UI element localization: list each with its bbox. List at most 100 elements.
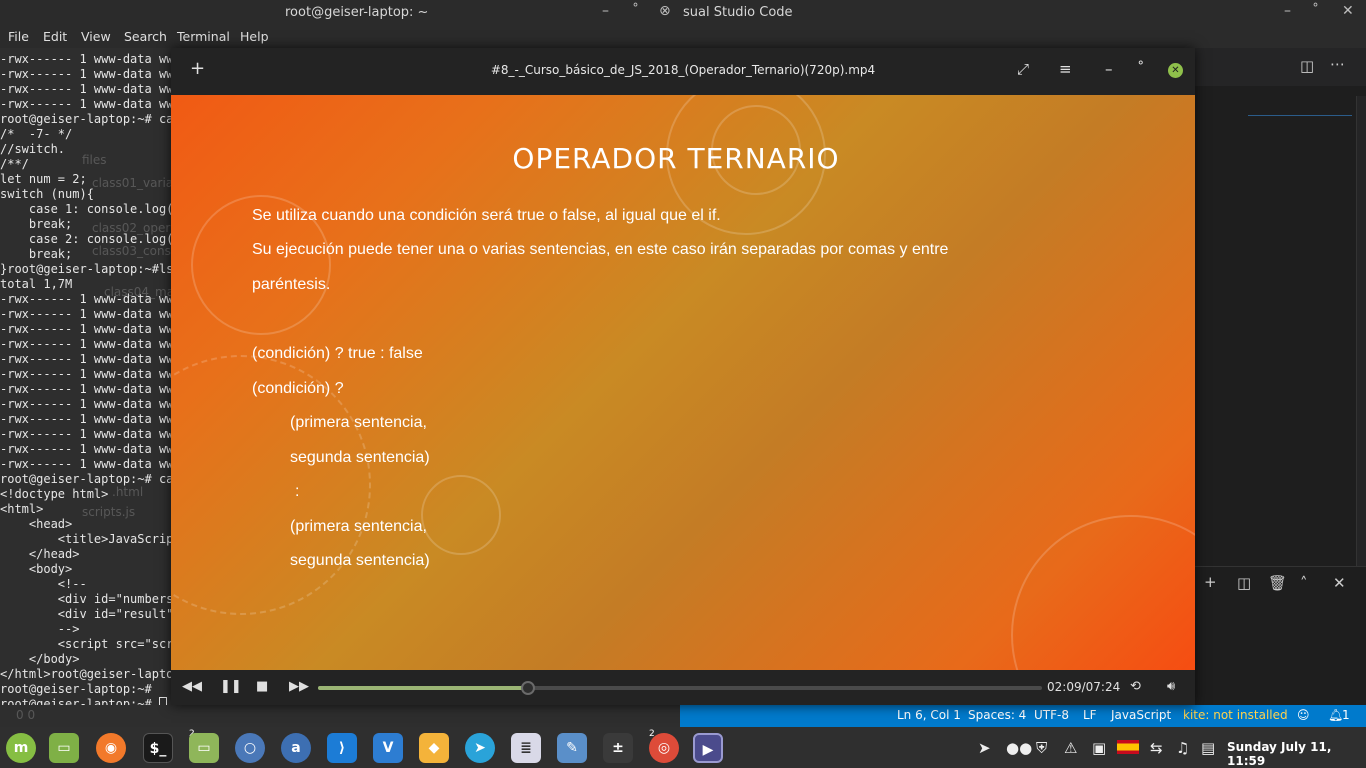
decorative-circle	[421, 475, 501, 555]
slide-line-9: (primera sentencia,	[290, 518, 427, 535]
volume-icon[interactable]: 🔊︎	[1167, 679, 1175, 694]
playback-time: 02:09/07:24	[1047, 680, 1121, 694]
fullscreen-icon[interactable]: ⤢	[1017, 60, 1029, 78]
line-ending[interactable]: LF	[1083, 708, 1097, 722]
video-player-app-icon[interactable]: ▶	[693, 733, 723, 763]
slide-line-10: segunda sentencia)	[290, 552, 430, 569]
player-header: + #8_-_Curso_básico_de_JS_2018_(Operador…	[171, 48, 1195, 95]
slide-line-7: segunda sentencia)	[290, 449, 430, 466]
more-actions-icon[interactable]: ⋯	[1330, 55, 1345, 73]
browser-app-icon[interactable]: ○	[235, 733, 265, 763]
telegram-icon[interactable]: ➤	[465, 733, 495, 763]
slide-line-5: (condición) ?	[252, 380, 344, 397]
slide-line-4: (condición) ? true : false	[252, 345, 423, 362]
decorative-circle	[1011, 515, 1195, 670]
terminal-minimize-icon[interactable]: –	[602, 3, 609, 19]
trash-icon[interactable]: 🗑	[1268, 574, 1287, 592]
warning-icon[interactable]: ⚠	[1064, 739, 1077, 757]
new-terminal-icon[interactable]: +	[1204, 573, 1217, 591]
rewind-icon[interactable]: ◀◀	[182, 679, 202, 694]
ghost-file-html: .html	[112, 485, 144, 499]
folder-app-icon[interactable]: ▭	[189, 733, 219, 763]
menu-help[interactable]: Help	[240, 29, 269, 44]
shield-icon[interactable]: ⛨	[1036, 739, 1047, 757]
menu-view[interactable]: View	[81, 29, 111, 44]
video-frame[interactable]: OPERADOR TERNARIO Se utiliza cuando una …	[171, 95, 1195, 670]
spanish-flag-icon[interactable]	[1117, 740, 1139, 754]
slide-line-3: paréntesis.	[252, 276, 331, 293]
problems-counts[interactable]: 0 0	[16, 708, 35, 722]
menu-icon[interactable]: ≡	[1059, 60, 1072, 78]
video-title: #8_-_Curso_básico_de_JS_2018_(Operador_T…	[490, 63, 876, 77]
seek-bar[interactable]	[318, 681, 1042, 695]
drawing-app-icon[interactable]: ◆	[419, 733, 449, 763]
menu-search[interactable]: Search	[124, 29, 167, 44]
close-panel-icon[interactable]: ✕	[1333, 574, 1346, 592]
notifications-count[interactable]: 1	[1342, 708, 1350, 722]
chat-tray-icon[interactable]: ●●	[1006, 739, 1032, 757]
window-title-bar: root@geiser-laptop: ~ – ˚ ⊗ sual Studio …	[0, 0, 1366, 26]
fast-forward-icon[interactable]: ▶▶	[289, 679, 309, 694]
playback-controls: ◀◀ ❚❚ ■ ▶▶ 02:09/07:24 ⟲ 🔊︎	[171, 670, 1195, 705]
encoding[interactable]: UTF-8	[1034, 708, 1069, 722]
cursor-position[interactable]: Ln 6, Col 1	[897, 708, 961, 722]
text-app-icon[interactable]: a	[281, 733, 311, 763]
kite-status[interactable]: kite: not installed	[1183, 708, 1288, 722]
document-viewer-icon[interactable]: ≣	[511, 733, 541, 763]
slide-line-8: :	[295, 483, 300, 500]
close-icon[interactable]: ✕	[1168, 63, 1183, 78]
vscode-alt-app-icon[interactable]: V	[373, 733, 403, 763]
ghost-file-class01: class01_varia	[92, 176, 174, 190]
chevron-up-icon[interactable]: ˄	[1300, 574, 1308, 592]
feedback-smiley-icon[interactable]: ☺	[1297, 708, 1310, 722]
terminal-window-title: root@geiser-laptop: ~	[285, 5, 429, 20]
chrome-icon[interactable]: ◎	[649, 733, 679, 763]
files-app-icon[interactable]: ▭	[49, 733, 79, 763]
slide-line-2: Su ejecución puede tener una o varias se…	[252, 241, 949, 258]
vscode-minimize-icon[interactable]: –	[1284, 3, 1291, 19]
clipboard-tray-icon[interactable]: ▣	[1092, 739, 1106, 757]
seek-bar-handle[interactable]	[520, 681, 535, 695]
video-player-window: + #8_-_Curso_básico_de_JS_2018_(Operador…	[171, 48, 1195, 705]
vscode-window-title: sual Studio Code	[683, 5, 793, 20]
split-terminal-icon[interactable]: ◫	[1237, 574, 1251, 592]
minimap	[1248, 104, 1352, 116]
vscode-maximize-icon[interactable]: ˚	[1312, 3, 1319, 19]
telegram-tray-icon[interactable]: ➤	[978, 739, 991, 757]
repeat-icon[interactable]: ⟲	[1130, 679, 1141, 694]
firefox-icon[interactable]: ◉	[96, 733, 126, 763]
slide-line-1: Se utiliza cuando una condición será tru…	[252, 207, 721, 224]
scrollbar[interactable]	[1356, 96, 1366, 566]
terminal-maximize-icon[interactable]: ˚	[632, 3, 639, 19]
menu-edit[interactable]: Edit	[43, 29, 67, 44]
menu-file[interactable]: File	[8, 29, 29, 44]
mint-menu-icon[interactable]: m	[6, 733, 36, 763]
ghost-file-class02: class02_oper	[92, 221, 171, 235]
seek-bar-progress	[318, 686, 528, 690]
terminal-close-icon[interactable]: ⊗	[659, 3, 671, 19]
maximize-icon[interactable]: ˚	[1137, 60, 1145, 78]
vscode-close-icon[interactable]: ✕	[1342, 3, 1354, 19]
notes-tray-icon[interactable]: ▤	[1201, 739, 1215, 757]
vscode-app-icon[interactable]: ⟩	[327, 733, 357, 763]
terminal-app-icon[interactable]: $_	[143, 733, 173, 763]
music-icon[interactable]: ♫	[1176, 739, 1189, 757]
stop-icon[interactable]: ■	[256, 679, 268, 694]
vscode-editor-area	[1195, 48, 1366, 705]
calculator-icon[interactable]: ±	[603, 733, 633, 763]
ghost-file-scripts: scripts.js	[82, 505, 136, 519]
network-icon[interactable]: ⇆	[1150, 739, 1163, 757]
slide-line-6: (primera sentencia,	[290, 414, 427, 431]
indentation[interactable]: Spaces: 4	[968, 708, 1026, 722]
ghost-files-folder: files	[82, 153, 107, 167]
menu-terminal[interactable]: Terminal	[177, 29, 230, 44]
terminal-menu-bar: File Edit View Search Terminal Help	[0, 26, 1366, 48]
pause-icon[interactable]: ❚❚	[220, 679, 242, 694]
split-editor-icon[interactable]: ◫	[1300, 57, 1314, 75]
minimize-icon[interactable]: –	[1105, 60, 1113, 78]
slide-title: OPERADOR TERNARIO	[512, 142, 840, 175]
text-editor-icon[interactable]: ✎	[557, 733, 587, 763]
clock[interactable]: Sunday July 11, 11:59	[1227, 740, 1366, 768]
language-mode[interactable]: JavaScript	[1111, 708, 1171, 722]
notifications-bell-icon[interactable]: 🔔︎	[1328, 708, 1343, 722]
